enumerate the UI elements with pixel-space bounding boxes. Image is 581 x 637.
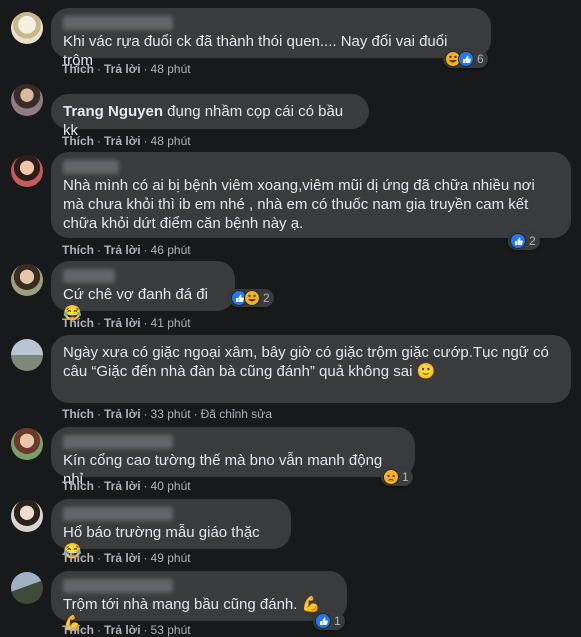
reaction-count: 1: [402, 470, 409, 484]
comment-actions: Thích · Trả lời · 53 phút: [62, 623, 191, 637]
like-link[interactable]: Thích: [62, 62, 94, 76]
reply-link[interactable]: Trả lời: [104, 316, 141, 330]
comment-text: Nhà mình có ai bị bệnh viêm xoang,viêm m…: [63, 177, 540, 232]
comment-actions: Thích · Trả lời · 40 phút: [62, 479, 191, 493]
comment-author[interactable]: [63, 16, 173, 30]
avatar[interactable]: [11, 339, 43, 371]
timestamp[interactable]: 49 phút: [151, 551, 191, 565]
reply-link[interactable]: Trả lời: [104, 407, 141, 421]
reaction-summary[interactable]: 1: [381, 468, 413, 486]
like-link[interactable]: Thích: [62, 479, 94, 493]
avatar[interactable]: [11, 572, 43, 604]
comment-actions: Thích · Trả lời · 41 phút: [62, 316, 191, 330]
timestamp[interactable]: 33 phút: [151, 407, 191, 421]
comment-author[interactable]: [63, 507, 173, 521]
comment-author[interactable]: [63, 160, 119, 174]
comment-bubble: Trang Nguyen đụng nhầm cọp cái có bầu kk: [51, 94, 369, 139]
like-link[interactable]: Thích: [62, 623, 94, 637]
avatar[interactable]: [11, 84, 43, 116]
comment-bubble: Cứ chê vợ đanh đá đi 😂: [51, 261, 235, 322]
comment-actions: Thích · Trả lời · 48 phút: [62, 62, 191, 76]
reply-link[interactable]: Trả lời: [104, 551, 141, 565]
comment-bubble: Trộm tới nhà mang bầu cũng đánh. 💪💪: [51, 571, 347, 632]
reaction-summary[interactable]: 6: [443, 50, 488, 68]
reply-link[interactable]: Trả lời: [104, 623, 141, 637]
comment-actions: Thích · Trả lời · 33 phút · Đã chỉnh sửa: [62, 407, 272, 421]
reaction-count: 6: [477, 52, 484, 66]
like-link[interactable]: Thích: [62, 407, 94, 421]
avatar[interactable]: [11, 500, 43, 532]
comment-actions: Thích · Trả lời · 46 phút: [62, 243, 191, 257]
avatar[interactable]: [11, 264, 43, 296]
timestamp[interactable]: 48 phút: [151, 62, 191, 76]
like-icon: [315, 613, 331, 629]
like-icon: [510, 233, 526, 249]
reaction-summary[interactable]: 1: [313, 612, 345, 630]
comment-author[interactable]: [63, 435, 173, 449]
reaction-count: 2: [529, 234, 536, 248]
like-link[interactable]: Thích: [62, 243, 94, 257]
comment-actions: Thích · Trả lời · 48 phút: [62, 134, 191, 148]
avatar[interactable]: [11, 155, 43, 187]
like-link[interactable]: Thích: [62, 134, 94, 148]
comment-author[interactable]: [63, 269, 115, 283]
avatar[interactable]: [11, 428, 43, 460]
timestamp[interactable]: 46 phút: [151, 243, 191, 257]
reaction-summary[interactable]: 2: [508, 232, 540, 250]
reaction-count: 1: [334, 614, 341, 628]
reply-link[interactable]: Trả lời: [104, 62, 141, 76]
timestamp[interactable]: 53 phút: [151, 623, 191, 637]
timestamp[interactable]: 40 phút: [151, 479, 191, 493]
reply-link[interactable]: Trả lời: [104, 479, 141, 493]
comment-actions: Thích · Trả lời · 49 phút: [62, 551, 191, 565]
timestamp[interactable]: 41 phút: [151, 316, 191, 330]
sad-icon: [383, 469, 399, 485]
comment-bubble: Nhà mình có ai bị bệnh viêm xoang,viêm m…: [51, 152, 571, 238]
mention-name[interactable]: Trang Nguyen: [63, 103, 163, 120]
comment-bubble: Kín cổng cao tường thế mà bno vẫn manh đ…: [51, 427, 415, 488]
reply-link[interactable]: Trả lời: [104, 243, 141, 257]
comment-author[interactable]: [63, 579, 173, 593]
like-icon: [458, 51, 474, 67]
edited-label: Đã chỉnh sửa: [200, 407, 272, 421]
timestamp[interactable]: 48 phút: [151, 134, 191, 148]
comment-bubble: Hổ báo trường mẫu giáo thặc 😂: [51, 499, 291, 560]
haha-icon: [244, 290, 260, 306]
comment-text: Ngày xưa có giặc ngoại xâm, bây giờ có g…: [63, 344, 554, 380]
reaction-count: 2: [263, 291, 270, 305]
avatar[interactable]: [11, 12, 43, 44]
like-link[interactable]: Thích: [62, 551, 94, 565]
comment-bubble: Khi vác rựa đuổi ck đã thành thói quen..…: [51, 8, 491, 69]
reaction-summary[interactable]: 2: [229, 289, 274, 307]
like-link[interactable]: Thích: [62, 316, 94, 330]
reply-link[interactable]: Trả lời: [104, 134, 141, 148]
comment-bubble: Ngày xưa có giặc ngoại xâm, bây giờ có g…: [51, 335, 571, 403]
